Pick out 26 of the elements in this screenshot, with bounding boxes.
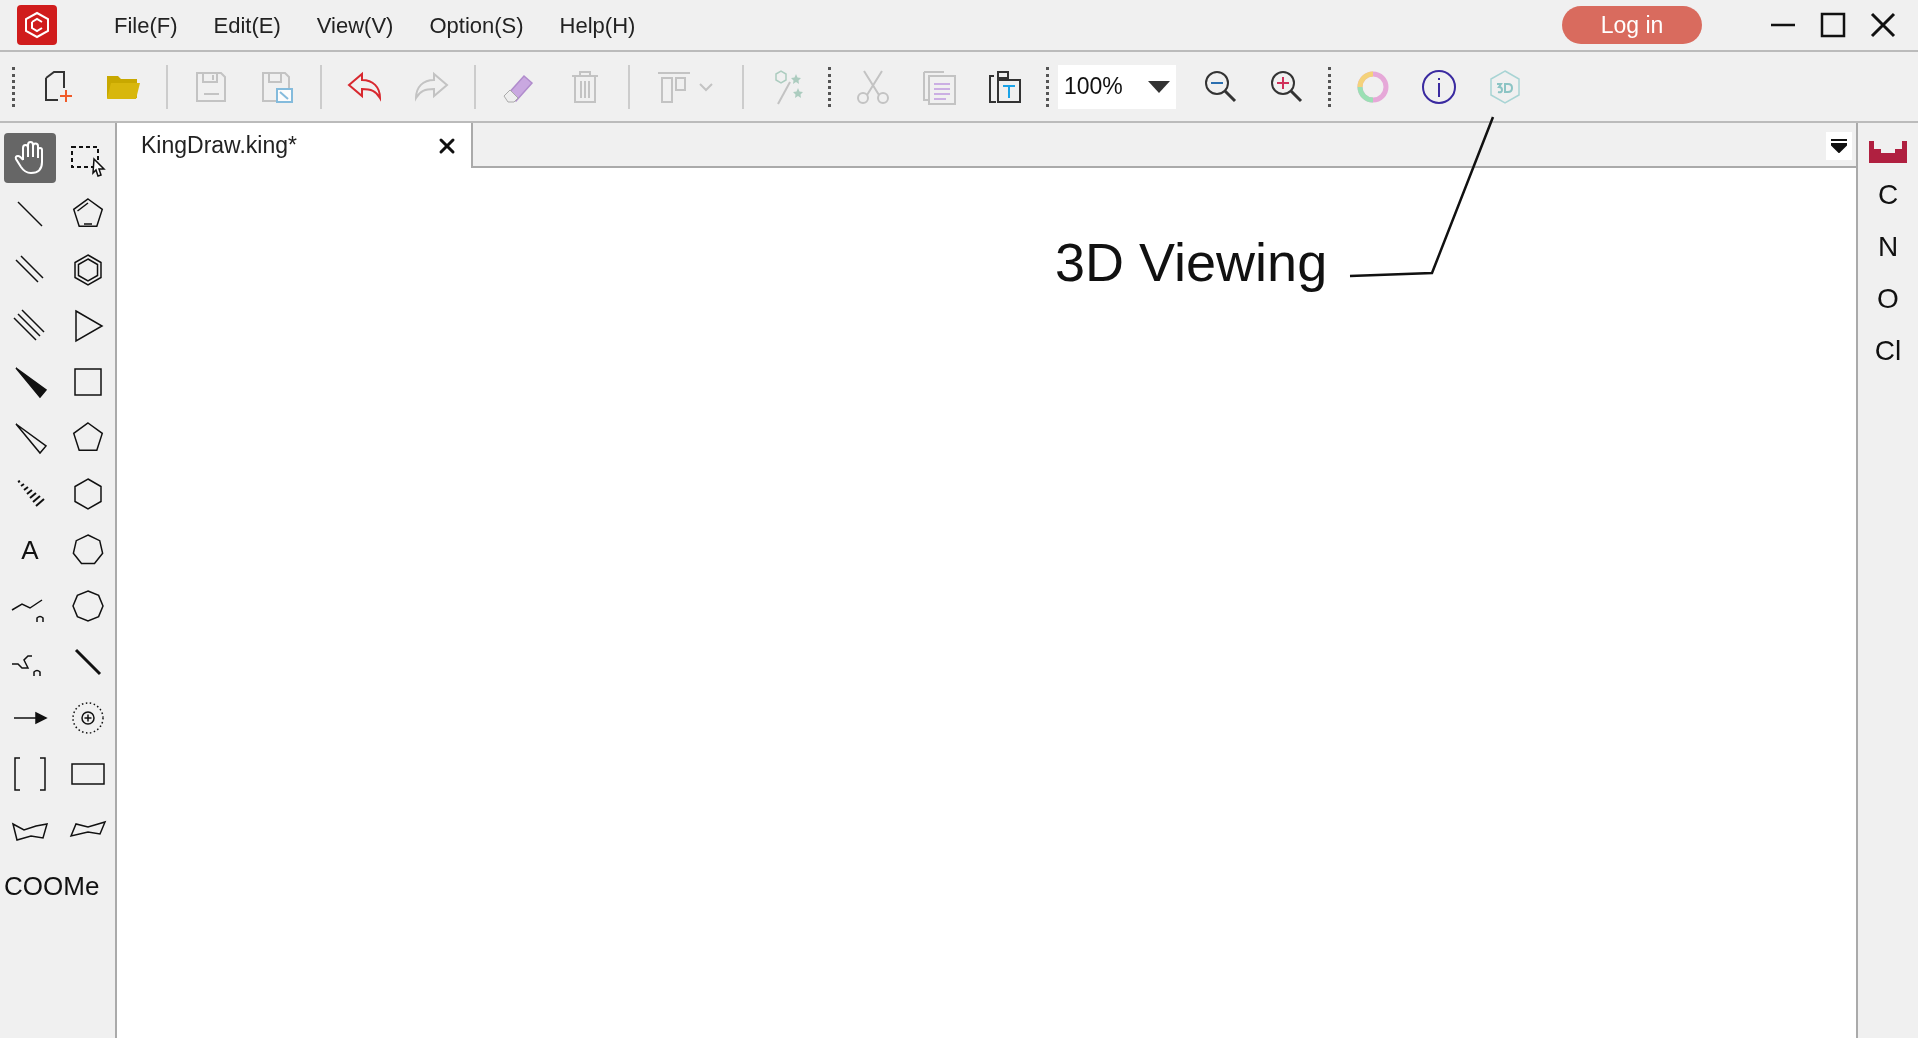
document-tab[interactable]: KingDraw.king* [117, 123, 473, 168]
menu-caret-icon [1831, 139, 1847, 153]
periodic-table-icon[interactable] [1869, 141, 1907, 163]
element-button[interactable]: Cl [1874, 331, 1902, 371]
menu-item[interactable]: Option(S) [429, 8, 524, 42]
dropdown-caret-icon [1148, 80, 1170, 93]
info-icon [1420, 67, 1458, 106]
element-button[interactable]: N [1877, 227, 1899, 267]
maximize-icon[interactable] [1820, 12, 1846, 38]
app-logo [17, 5, 57, 45]
text-tool[interactable]: A [4, 525, 56, 575]
toolbar-grip[interactable] [12, 66, 16, 107]
overflow-button[interactable] [1826, 132, 1852, 160]
close-icon[interactable] [1870, 12, 1896, 38]
element-button[interactable]: C [1877, 175, 1899, 215]
zoom-dropdown[interactable]: 100% [1058, 64, 1176, 109]
annotation-label: 3D Viewing [1055, 231, 1328, 294]
menu-item[interactable]: Help(H) [559, 8, 636, 42]
menu-item[interactable]: Edit(E) [213, 8, 281, 42]
toolbar-grip[interactable] [1328, 66, 1332, 107]
menu-item[interactable]: File(F) [114, 8, 178, 42]
menu-item[interactable]: View(V) [316, 8, 394, 42]
element-button[interactable]: O [1877, 279, 1899, 319]
toolbar-grip[interactable] [1046, 66, 1050, 107]
text-tool[interactable]: COOMe [4, 861, 115, 911]
toolbar-grip[interactable] [828, 66, 832, 107]
